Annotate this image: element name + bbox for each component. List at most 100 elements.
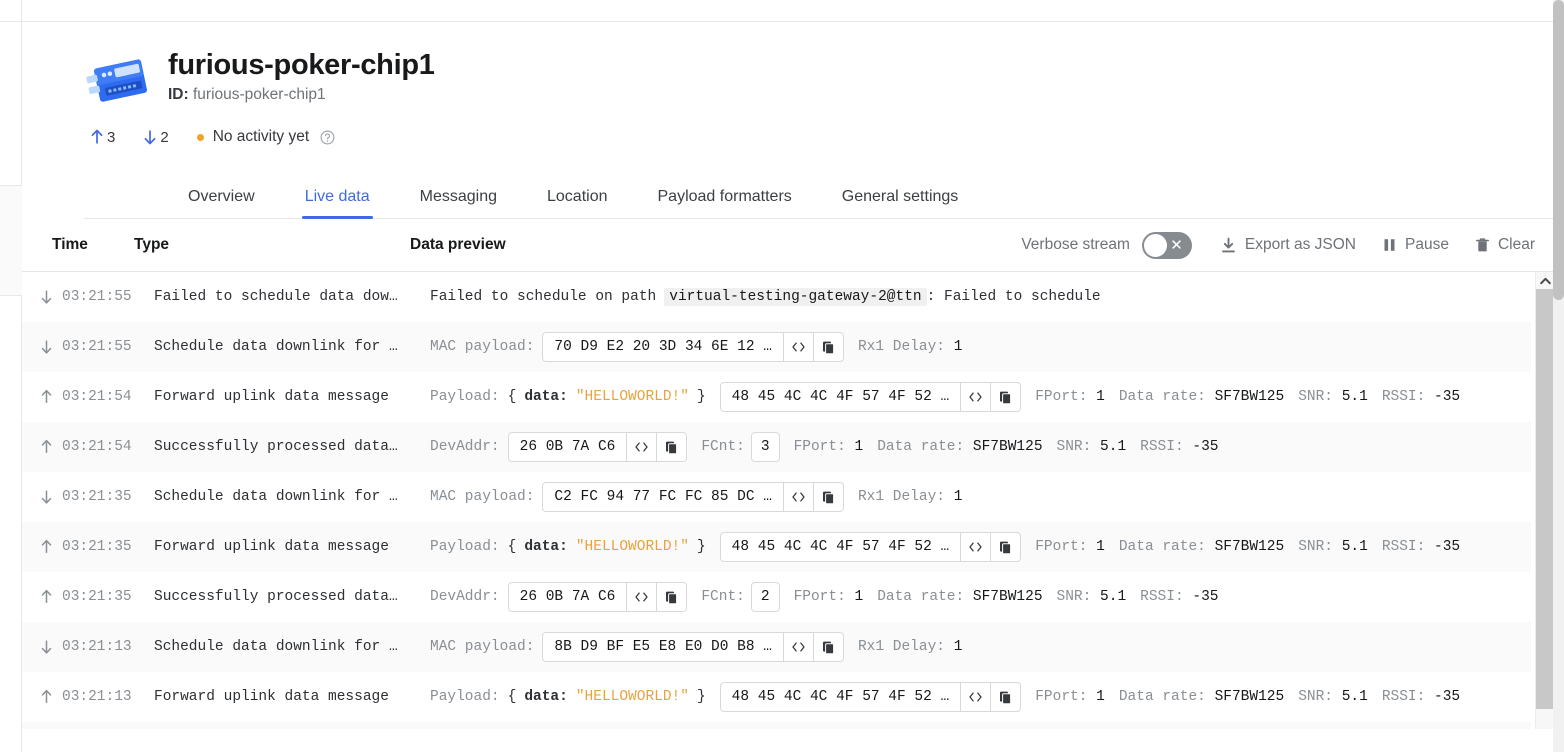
snr-value: 5.1: [1100, 589, 1127, 606]
uplink-count-value: 3: [107, 128, 116, 146]
column-header-data-preview: Data preview: [410, 236, 506, 254]
verbose-stream-toggle[interactable]: ✕: [1141, 231, 1192, 259]
help-circle-icon[interactable]: [320, 130, 335, 145]
arrow-down-icon: [143, 128, 157, 146]
row-time: 03:21:55: [62, 289, 132, 306]
page-scrollbar[interactable]: [1553, 0, 1564, 752]
row-data-preview: Payload: { data: "HELLOWORLD!" } 48 45 4…: [430, 382, 1531, 413]
copy-icon[interactable]: [991, 682, 1022, 713]
tab-overview[interactable]: Overview: [168, 189, 280, 218]
copy-icon[interactable]: [813, 632, 844, 663]
row-type: Forward uplink data message: [154, 389, 389, 406]
code-view-icon[interactable]: [783, 482, 814, 513]
json-key: data:: [524, 689, 568, 706]
fport-label: FPort:: [1035, 389, 1088, 406]
rssi-value: -35: [1192, 439, 1219, 456]
table-row[interactable]: 03:21:35 Successfully processed data… De…: [22, 572, 1531, 622]
frm-payload-group: 48 45 4C 4C 4F 57 4F 52 …: [719, 682, 1022, 713]
rx1-delay: Rx1 Delay: 1: [858, 339, 962, 355]
data-rate-value: SF7BW125: [972, 439, 1043, 456]
copy-icon[interactable]: [657, 432, 688, 463]
clear-button[interactable]: Clear: [1475, 236, 1535, 254]
devaddr-group: 26 0B 7A C6: [507, 432, 688, 463]
devaddr-value: 26 0B 7A C6: [507, 432, 628, 463]
tab-live-data[interactable]: Live data: [280, 189, 395, 220]
rx1-delay-label: Rx1 Delay:: [857, 489, 945, 506]
row-type: Successfully processed data…: [154, 439, 398, 456]
fcnt-label: FCnt:: [701, 589, 745, 606]
column-header-type: Type: [134, 236, 170, 254]
fport-value: 1: [1096, 389, 1105, 406]
arrow-up-icon: [90, 128, 104, 146]
copy-icon[interactable]: [813, 332, 844, 363]
page-content: furious-poker-chip1 ID: furious-poker-ch…: [22, 0, 1553, 752]
json-close-brace: }: [696, 689, 706, 706]
rssi: RSSI: -35: [1382, 689, 1460, 705]
log-scrollbar[interactable]: [1535, 272, 1553, 730]
table-row[interactable]: 03:21:13 Schedule data downlink for … MA…: [22, 622, 1531, 673]
snr-label: SNR:: [1056, 439, 1092, 456]
table-row[interactable]: 03:21:54 Forward uplink data message Pay…: [22, 372, 1531, 422]
snr-label: SNR:: [1298, 389, 1333, 406]
rail-highlight: [0, 185, 22, 295]
code-view-icon[interactable]: [961, 532, 992, 563]
mac-payload-group: 8B D9 BF E5 E8 E0 D0 B8 …: [542, 632, 844, 663]
arrow-down-icon: [40, 289, 62, 305]
clear-label: Clear: [1497, 236, 1535, 254]
table-row[interactable]: 03:21:35 Schedule data downlink for … MA…: [22, 472, 1531, 522]
row-data-preview: MAC payload: 8B D9 BF E5 E8 E0 D0 B8 … R…: [430, 632, 1531, 663]
log-scrollbar-thumb[interactable]: [1536, 289, 1553, 710]
code-view-icon[interactable]: [783, 632, 814, 663]
data-rate: Data rate: SF7BW125: [877, 589, 1042, 605]
export-as-json-button[interactable]: Export as JSON: [1220, 236, 1356, 254]
activity-status-label: No activity yet: [212, 128, 310, 146]
copy-icon[interactable]: [657, 582, 688, 613]
activity-status: No activity yet: [196, 128, 335, 146]
table-row[interactable]: 03:21:55 Failed to schedule data dow… Fa…: [22, 272, 1531, 322]
scroll-up-arrow-icon[interactable]: [1536, 272, 1553, 290]
data-rate-label: Data rate:: [1118, 689, 1206, 706]
table-row[interactable]: 03:21:13 Forward uplink data message Pay…: [22, 672, 1531, 722]
copy-icon[interactable]: [991, 382, 1022, 413]
code-view-icon[interactable]: [783, 332, 814, 363]
json-key: data:: [524, 389, 568, 406]
pause-button[interactable]: Pause: [1382, 236, 1449, 254]
tab-general-settings[interactable]: General settings: [817, 189, 984, 218]
row-time: 03:21:13: [62, 689, 132, 706]
live-data-page: furious-poker-chip1 ID: furious-poker-ch…: [0, 0, 1564, 752]
page-scrollbar-thumb[interactable]: [1553, 0, 1564, 300]
data-rate-value: SF7BW125: [972, 589, 1043, 606]
device-id-value: furious-poker-chip1: [192, 86, 326, 104]
fport-label: FPort:: [793, 439, 846, 456]
rssi-label: RSSI:: [1381, 389, 1426, 406]
tab-payload-formatters[interactable]: Payload formatters: [633, 189, 817, 218]
rx1-delay-label: Rx1 Delay:: [857, 639, 945, 656]
row-type: Forward uplink data message: [154, 539, 389, 556]
code-view-icon[interactable]: [627, 432, 658, 463]
table-row-partial[interactable]: [22, 722, 1531, 730]
copy-icon[interactable]: [813, 482, 844, 513]
json-value: "HELLOWORLD!": [575, 539, 689, 556]
frm-payload-group: 48 45 4C 4C 4F 57 4F 52 …: [719, 532, 1022, 563]
snr-value: 5.1: [1341, 539, 1368, 556]
code-view-icon[interactable]: [961, 382, 992, 413]
snr: SNR: 5.1: [1057, 589, 1127, 605]
copy-icon[interactable]: [991, 532, 1022, 563]
data-rate-label: Data rate:: [1118, 389, 1206, 406]
table-row[interactable]: 03:21:35 Forward uplink data message Pay…: [22, 522, 1531, 573]
tab-location[interactable]: Location: [522, 189, 633, 218]
rssi-value: -35: [1434, 389, 1461, 406]
row-time: 03:21:35: [62, 489, 132, 506]
data-rate-value: SF7BW125: [1214, 539, 1285, 556]
code-view-icon[interactable]: [961, 682, 992, 713]
code-view-icon[interactable]: [627, 582, 658, 613]
table-row[interactable]: 03:21:55 Schedule data downlink for … MA…: [22, 322, 1531, 373]
snr-value: 5.1: [1100, 439, 1127, 456]
arrow-up-icon: [40, 389, 62, 405]
data-rate-label: Data rate:: [1118, 539, 1206, 556]
pause-label: Pause: [1405, 236, 1449, 254]
rx1-delay-value: 1: [953, 489, 963, 506]
tab-messaging[interactable]: Messaging: [395, 189, 522, 218]
arrow-up-icon: [40, 539, 62, 555]
table-row[interactable]: 03:21:54 Successfully processed data… De…: [22, 422, 1531, 473]
